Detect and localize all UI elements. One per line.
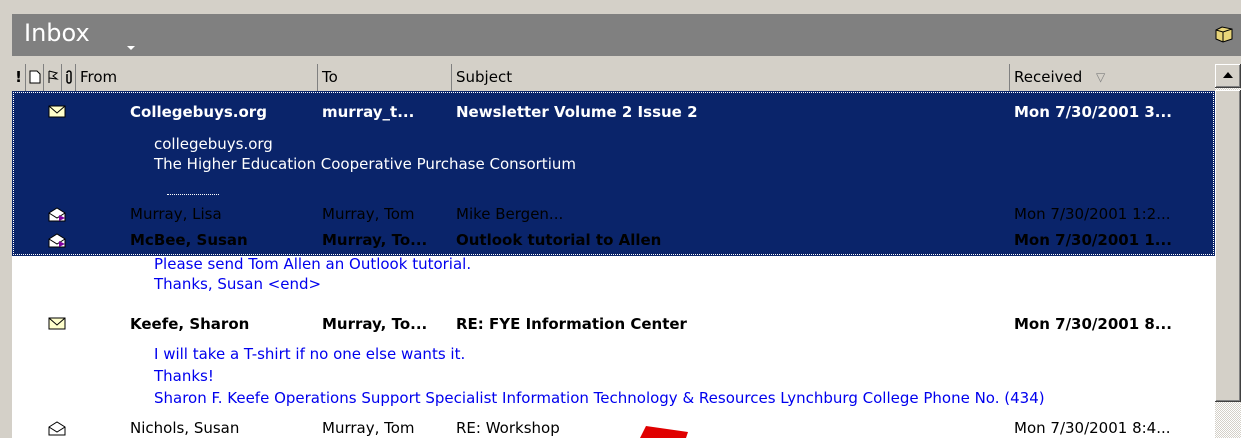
message-received[interactable]: Mon 7/30/2001 1...	[1014, 230, 1214, 250]
paperclip-icon	[65, 70, 72, 84]
message-subject[interactable]: RE: FYE Information Center	[456, 314, 1006, 334]
message-to: murray_t...	[322, 103, 415, 121]
column-from[interactable]: From	[76, 64, 318, 91]
message-to[interactable]: Murray, Tom	[322, 204, 450, 224]
column-received-label: Received	[1014, 68, 1083, 86]
message-preview-line: The Higher Education Cooperative Purchas…	[154, 155, 576, 173]
envelope-read-icon	[48, 207, 66, 222]
envelope-read-icon	[48, 233, 66, 248]
message-subject[interactable]: Mike Bergen...	[456, 204, 1006, 224]
message-received[interactable]: Mon 7/30/2001 8...	[1014, 314, 1214, 334]
message-preview-line: I will take a T-shirt if no one else wan…	[154, 345, 466, 363]
message-subject[interactable]: RE: Workshop	[456, 418, 1006, 438]
message-received: Mon 7/30/2001 3...	[1014, 103, 1172, 121]
folder-list-icon[interactable]	[1213, 22, 1235, 44]
message-preview-line: Sharon F. Keefe Operations Support Speci…	[154, 389, 1045, 407]
message-preview-line: Thanks, Susan <end>	[154, 275, 322, 293]
message-preview-line: Please send Tom Allen an Outlook tutoria…	[154, 255, 472, 273]
envelope-open-icon	[48, 421, 66, 436]
message-from[interactable]: Nichols, Susan	[130, 418, 315, 438]
message-to[interactable]: Murray, Tom	[322, 418, 450, 438]
envelope-unread-icon	[48, 105, 66, 118]
folder-title[interactable]: Inbox	[24, 18, 90, 48]
message-from[interactable]: Murray, Lisa	[130, 204, 315, 224]
column-subject[interactable]: Subject	[452, 64, 1010, 91]
arrow-up-icon	[1223, 72, 1233, 78]
scrollbar-thumb[interactable]	[1215, 90, 1241, 402]
sort-descending-icon: ▽	[1096, 70, 1106, 84]
message-subject[interactable]: Outlook tutorial to Allen	[456, 230, 1006, 250]
folder-banner: Inbox	[12, 14, 1241, 56]
folder-dropdown-icon[interactable]	[127, 46, 135, 50]
document-icon	[29, 70, 40, 84]
message-subject: Newsletter Volume 2 Issue 2	[456, 103, 698, 121]
message-to[interactable]: Murray, To...	[322, 230, 450, 250]
column-attachment[interactable]	[62, 64, 76, 91]
column-flag[interactable]	[44, 64, 62, 91]
scroll-up-button[interactable]	[1215, 64, 1241, 88]
message-preview-line: collegebuys.org	[154, 135, 273, 153]
column-icon[interactable]	[26, 64, 44, 91]
preview-more-indicator	[167, 194, 219, 195]
message-to[interactable]: Murray, To...	[322, 314, 450, 334]
flag-icon	[48, 70, 59, 83]
vertical-scrollbar[interactable]	[1215, 64, 1241, 438]
message-from: Collegebuys.org	[130, 103, 267, 121]
column-received[interactable]: Received ▽	[1010, 64, 1215, 91]
envelope-unread-icon	[48, 317, 66, 330]
column-to[interactable]: To	[318, 64, 452, 91]
column-header: ! From To Subject Received ▽	[12, 64, 1215, 92]
column-importance[interactable]: !	[12, 64, 26, 91]
message-from[interactable]: McBee, Susan	[130, 230, 315, 250]
message-from[interactable]: Keefe, Sharon	[130, 314, 315, 334]
message-preview-line: Thanks!	[154, 367, 214, 385]
message-list[interactable]: ! From To Subject Received ▽ Collegebuys…	[12, 64, 1215, 438]
red-arrow-icon	[640, 426, 688, 438]
message-received[interactable]: Mon 7/30/2001 1:2...	[1014, 204, 1214, 224]
message-received[interactable]: Mon 7/30/2001 8:4...	[1014, 418, 1214, 438]
